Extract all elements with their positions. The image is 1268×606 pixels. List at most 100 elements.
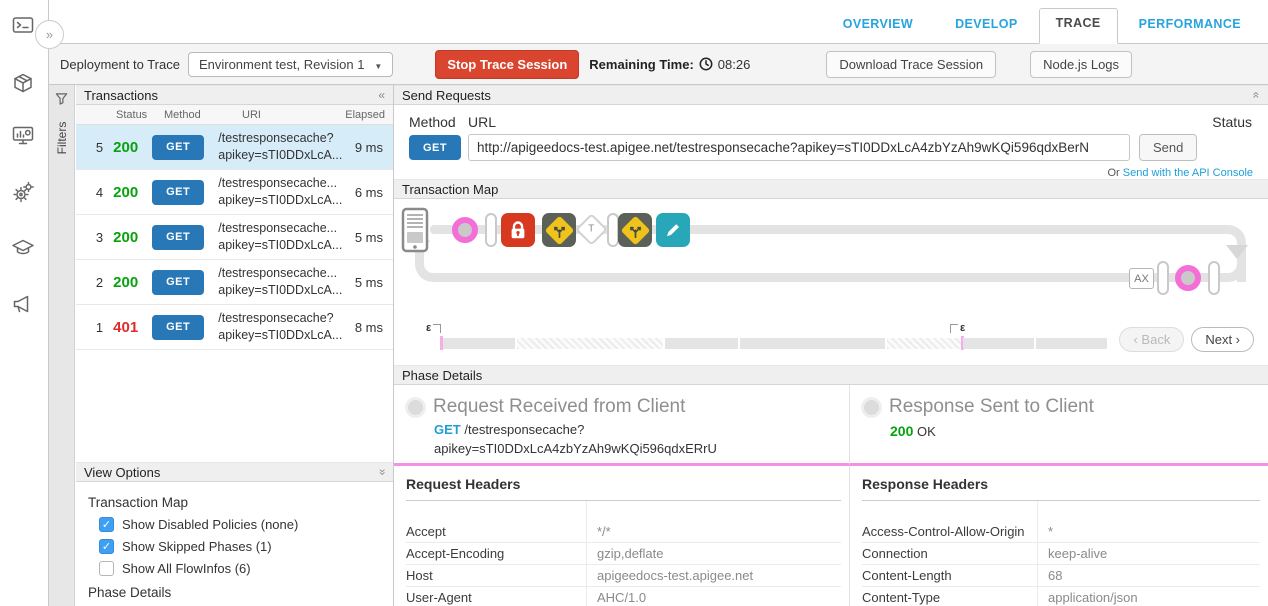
next-button[interactable]: Next ›: [1191, 327, 1254, 352]
timeline-segment[interactable]: [443, 338, 515, 349]
collapse-down-icon[interactable]: [375, 469, 389, 476]
megaphone-icon[interactable]: [11, 292, 35, 321]
response-headers-title: Response Headers: [862, 466, 1260, 501]
response-headers-table: Response Headers Access-Control-Allow-Or…: [849, 466, 1268, 606]
view-options-body: Transaction MapShow Disabled Policies (n…: [76, 482, 393, 606]
method-badge[interactable]: GET: [152, 315, 204, 340]
header-value: gzip,deflate: [586, 543, 841, 564]
assign-message-policy-icon[interactable]: [656, 213, 690, 247]
headers-tables: Request Headers Accept*/*Accept-Encoding…: [394, 466, 1268, 606]
client-device-icon[interactable]: [400, 207, 430, 258]
back-button[interactable]: ‹ Back: [1119, 327, 1184, 352]
header-name: Accept: [406, 521, 586, 542]
transaction-row[interactable]: 3200GET/testresponsecache...apikey=sTI0D…: [76, 215, 393, 260]
checkbox[interactable]: [99, 561, 114, 576]
timeline-segment[interactable]: [963, 338, 1034, 349]
status-code: 200: [111, 229, 152, 246]
expand-sidebar-button[interactable]: [35, 20, 64, 49]
checkbox[interactable]: [99, 539, 114, 554]
column-uri: URI: [242, 109, 335, 121]
timeline-segment[interactable]: [887, 338, 961, 349]
tab-overview[interactable]: OVERVIEW: [822, 10, 934, 44]
tab-develop[interactable]: DEVELOP: [934, 10, 1039, 44]
stop-trace-button[interactable]: Stop Trace Session: [435, 50, 579, 79]
phase-marker[interactable]: [1175, 265, 1201, 291]
collapse-up-icon[interactable]: [1250, 92, 1264, 99]
response-flow-line: [440, 273, 1230, 282]
header-row: Accept-Encodinggzip,deflate: [406, 543, 841, 565]
method-badge[interactable]: GET: [152, 135, 204, 160]
filters-tab[interactable]: Filters: [48, 85, 75, 606]
package-icon[interactable]: [11, 72, 35, 101]
method-badge[interactable]: GET: [409, 135, 461, 160]
transactions-panel: Transactions Status Method URI Elapsed 5…: [76, 85, 393, 350]
step-divider: [485, 213, 497, 247]
monitor-analytics-icon[interactable]: [11, 124, 35, 153]
transaction-row[interactable]: 2200GET/testresponsecache...apikey=sTI0D…: [76, 260, 393, 305]
transaction-map-header: Transaction Map: [394, 179, 1268, 199]
header-name: Content-Length: [862, 565, 1037, 586]
checkbox[interactable]: [99, 517, 114, 532]
send-requests-title: Send Requests: [402, 88, 491, 103]
method-badge[interactable]: GET: [152, 180, 204, 205]
top-tab-bar: OVERVIEWDEVELOPTRACEPERFORMANCE: [48, 0, 1268, 44]
gears-icon[interactable]: [11, 180, 35, 209]
request-method: GET: [434, 422, 461, 437]
deployment-select[interactable]: Environment test, Revision 1: [188, 52, 393, 77]
elapsed-time: 8 ms: [342, 320, 393, 335]
transaction-id: 3: [76, 230, 111, 245]
api-console-link[interactable]: Send with the API Console: [1123, 167, 1253, 179]
tab-performance[interactable]: PERFORMANCE: [1118, 10, 1262, 44]
url-input[interactable]: [468, 134, 1130, 161]
collapse-left-icon[interactable]: [378, 88, 385, 102]
timeline-segment[interactable]: [517, 338, 663, 349]
elapsed-time: 5 ms: [342, 230, 393, 245]
verify-api-key-policy-icon[interactable]: [501, 213, 535, 247]
header-name: Connection: [862, 543, 1037, 564]
tab-bar: OVERVIEWDEVELOPTRACEPERFORMANCE: [822, 8, 1262, 44]
education-icon[interactable]: [11, 236, 35, 265]
transaction-row[interactable]: 4200GET/testresponsecache...apikey=sTI0D…: [76, 170, 393, 215]
phase-bullet: [864, 400, 879, 415]
transaction-row[interactable]: 5200GET/testresponsecache?apikey=sTI0DDx…: [76, 125, 393, 170]
api-console-line: Or Send with the API Console: [1107, 167, 1253, 179]
timeline-segment[interactable]: [665, 338, 738, 349]
header-name: Content-Type: [862, 587, 1037, 606]
transactions-list: 5200GET/testresponsecache?apikey=sTI0DDx…: [76, 125, 393, 350]
flow-arrow-down-icon: [1226, 245, 1248, 259]
tab-trace[interactable]: TRACE: [1039, 8, 1118, 44]
response-phase-card[interactable]: Response Sent to Client 200 OK: [849, 385, 1268, 466]
route-policy-icon[interactable]: [618, 213, 652, 247]
request-phase-card[interactable]: Request Received from Client GET /testre…: [394, 385, 849, 466]
view-option[interactable]: Show Disabled Policies (none): [99, 517, 393, 532]
right-column: Send Requests Method URL Status GET Send…: [393, 85, 1268, 606]
transaction-row[interactable]: 1401GET/testresponsecache?apikey=sTI0DDx…: [76, 305, 393, 350]
analytics-step[interactable]: AX: [1129, 268, 1154, 289]
transactions-header: Transactions: [76, 85, 393, 105]
method-badge[interactable]: GET: [152, 225, 204, 250]
transaction-map-canvas: T AX: [394, 199, 1268, 320]
transactions-title: Transactions: [84, 88, 158, 103]
elapsed-time: 9 ms: [342, 140, 393, 155]
phase-marker[interactable]: [452, 217, 478, 243]
nodejs-logs-button[interactable]: Node.js Logs: [1030, 51, 1132, 78]
view-option[interactable]: Show All FlowInfos (6): [99, 561, 393, 576]
terminal-icon[interactable]: [11, 14, 35, 43]
response-phase-title: Response Sent to Client: [889, 396, 1094, 418]
condition-marker[interactable]: T: [575, 213, 608, 246]
phase-details-header: Phase Details: [394, 365, 1268, 385]
uri-text: /testresponsecache?apikey=sTI0DDxLcA...: [218, 310, 342, 345]
elapsed-time: 5 ms: [342, 275, 393, 290]
response-phase-detail: 200 OK: [890, 421, 1268, 442]
header-value: keep-alive: [1037, 543, 1260, 564]
route-policy-icon[interactable]: [542, 213, 576, 247]
phase-bullet: [408, 400, 423, 415]
view-options-header: View Options: [76, 462, 393, 482]
view-option[interactable]: Show Skipped Phases (1): [99, 539, 393, 554]
timeline-segment[interactable]: [1036, 338, 1107, 349]
response-status-text: OK: [917, 424, 936, 439]
timeline-segment[interactable]: [740, 338, 885, 349]
method-badge[interactable]: GET: [152, 270, 204, 295]
send-button[interactable]: Send: [1139, 134, 1197, 161]
download-trace-button[interactable]: Download Trace Session: [826, 51, 996, 78]
